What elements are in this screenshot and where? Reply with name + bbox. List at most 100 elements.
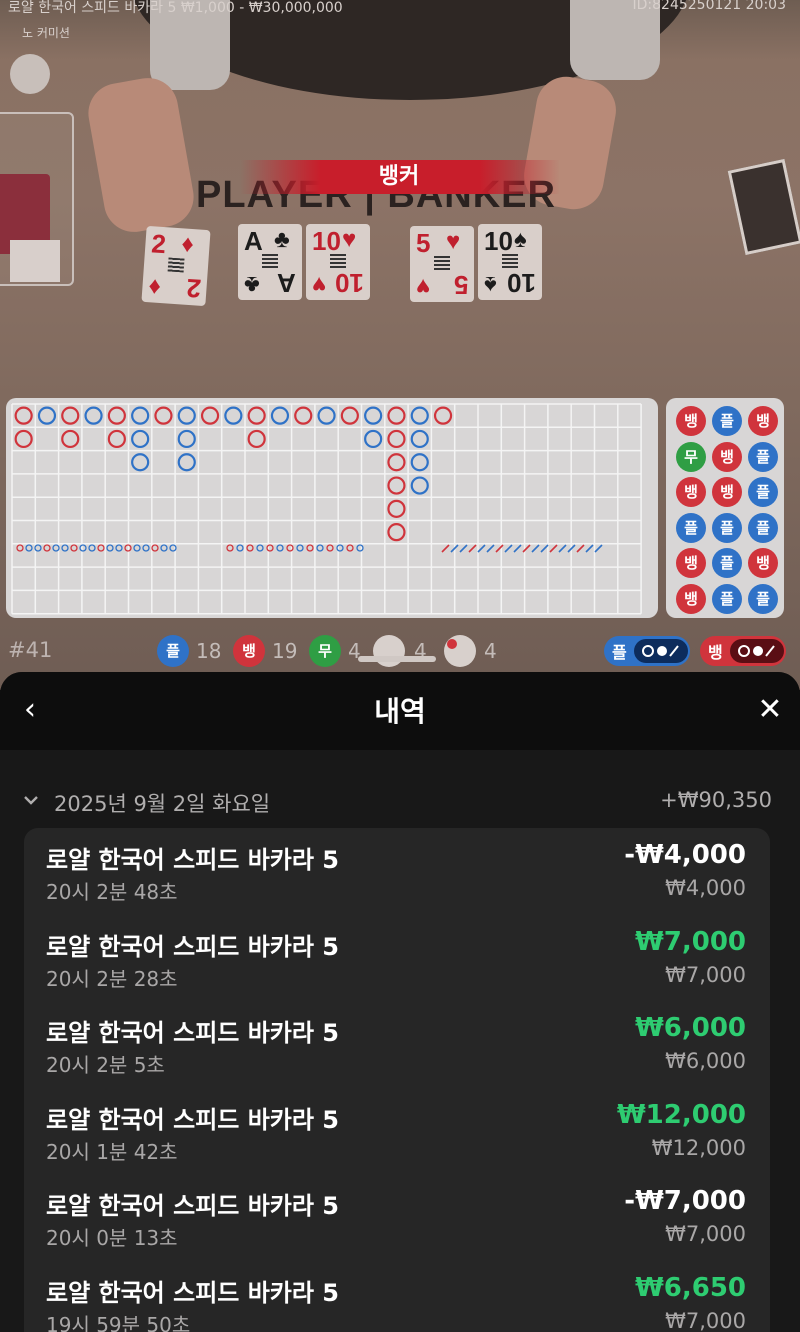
- big-road-mark: [177, 429, 196, 449]
- derived-road-mark: [142, 544, 150, 552]
- row-bet-amount: ₩6,000: [665, 1049, 746, 1073]
- derived-road-mark: [296, 544, 304, 552]
- row-time: 20시 2분 48초: [46, 880, 178, 904]
- cockroach-road-mark: [594, 544, 603, 553]
- derived-road-mark: [79, 544, 87, 552]
- tie-count-badge: 무: [309, 635, 341, 667]
- big-road-scoreboard[interactable]: [6, 398, 658, 618]
- cockroach-road-mark: [549, 544, 558, 553]
- history-row[interactable]: 로얄 한국어 스피드 바카라 5 20시 0분 13초 -₩7,000 ₩7,000: [24, 1174, 770, 1260]
- row-game-title: 로얄 한국어 스피드 바카라 5: [46, 1019, 340, 1047]
- history-row[interactable]: 로얄 한국어 스피드 바카라 5 20시 2분 5초 ₩6,000 ₩6,000: [24, 1001, 770, 1087]
- bead-road-result: 무: [676, 441, 706, 472]
- bead-road-result: 뱅: [676, 583, 706, 614]
- big-road-mark: [317, 406, 336, 425]
- player-pair-icon: [373, 635, 405, 667]
- player-ask-button[interactable]: 플: [604, 636, 690, 666]
- big-road-mark: [154, 406, 173, 425]
- big-road-mark: [410, 406, 429, 425]
- big-road-mark: [387, 453, 406, 472]
- sheet-drag-handle[interactable]: [358, 656, 436, 662]
- cockroach-road-mark: [513, 544, 522, 553]
- cockroach-road-mark: [540, 544, 549, 553]
- row-game-title: 로얄 한국어 스피드 바카라 5: [46, 1278, 340, 1307]
- player-card-1: 2 ♦ 2 ♦: [141, 225, 211, 307]
- cockroach-road-mark: [531, 544, 540, 553]
- bead-road-result: 플: [712, 548, 742, 578]
- derived-road-mark: [43, 544, 51, 552]
- derived-road-mark: [61, 544, 69, 552]
- close-icon[interactable]: ✕: [750, 690, 790, 730]
- big-road-mark: [61, 429, 80, 449]
- derived-road-mark: [276, 544, 284, 552]
- big-road-mark: [247, 429, 266, 449]
- derived-road-mark: [246, 544, 254, 552]
- player-card-2: A ♣ A ♣: [238, 224, 302, 300]
- row-time: 20시 2분 5초: [46, 1053, 165, 1077]
- row-result-amount: -₩4,000: [624, 840, 746, 870]
- date-label: 2025년 9월 2일 화요일: [54, 792, 271, 816]
- big-road-mark: [410, 476, 429, 495]
- history-row[interactable]: 로얄 한국어 스피드 바카라 5 20시 1분 42초 ₩12,000 ₩12,000: [24, 1088, 770, 1174]
- big-road-mark: [131, 406, 150, 425]
- derived-road-mark: [25, 544, 33, 552]
- big-road-mark: [387, 429, 406, 449]
- bead-road-result: 뱅: [712, 477, 742, 507]
- row-bet-amount: ₩7,000: [665, 1222, 746, 1246]
- sheet-header: ‹ 내역 ✕: [0, 672, 800, 750]
- history-row[interactable]: 로얄 한국어 스피드 바카라 5 19시 59분 50초 ₩6,650 ₩7,000: [24, 1261, 770, 1332]
- chevron-down-icon: [22, 791, 40, 814]
- big-road-mark: [84, 406, 103, 425]
- date-group-header[interactable]: 2025년 9월 2일 화요일 +₩90,350: [22, 788, 772, 820]
- bead-road-result: 플: [712, 583, 742, 614]
- row-result-amount: ₩6,000: [635, 1013, 746, 1043]
- history-sheet: ‹ 내역 ✕ 2025년 9월 2일 화요일 +₩90,350 로얄 한국어 스…: [0, 672, 800, 1332]
- bead-road-result: 뱅: [712, 441, 742, 472]
- cockroach-road-mark: [459, 544, 468, 553]
- cockroach-road-mark: [468, 544, 477, 553]
- history-row[interactable]: 로얄 한국어 스피드 바카라 5 20시 2분 48초 -₩4,000 ₩4,000: [24, 828, 770, 914]
- cockroach-road-mark: [585, 544, 594, 553]
- player-card-3: 10 ♥ 10 ♥: [306, 224, 370, 300]
- cockroach-road-mark: [558, 544, 567, 553]
- player-count-badge: 플: [157, 635, 189, 667]
- big-road-mark: [177, 453, 196, 472]
- big-road-grid: [11, 403, 642, 615]
- big-road-mark: [14, 429, 33, 449]
- banker-count: 19: [272, 639, 298, 663]
- cockroach-road-mark: [441, 544, 450, 553]
- dealer-left-hand: [83, 73, 199, 237]
- bead-road-result: 플: [712, 512, 742, 543]
- row-game-title: 로얄 한국어 스피드 바카라 5: [46, 846, 340, 874]
- big-road-mark: [61, 406, 80, 425]
- banker-card-1: 5 ♥ 5 ♥: [410, 226, 474, 302]
- shoe-stats-bar: #41 플 18 뱅 19 무 4 4 4 플 뱅: [0, 632, 800, 672]
- derived-road-mark: [70, 544, 78, 552]
- cockroach-road-mark: [486, 544, 495, 553]
- bead-road-result: 뱅: [676, 406, 706, 436]
- derived-road-mark: [326, 544, 334, 552]
- sheet-title: 내역: [374, 695, 426, 728]
- derived-road-mark: [133, 544, 141, 552]
- derived-road-mark: [151, 544, 159, 552]
- big-road-mark: [433, 406, 453, 425]
- bead-road-scoreboard[interactable]: 뱅플뱅무뱅플뱅뱅플플플플뱅플뱅뱅플플: [666, 398, 784, 618]
- bead-road-result: 플: [748, 583, 778, 614]
- history-list: 로얄 한국어 스피드 바카라 5 20시 2분 48초 -₩4,000 ₩4,000 로…: [24, 828, 770, 1332]
- bead-road-result: 뱅: [748, 406, 778, 436]
- big-road-mark: [387, 406, 406, 425]
- history-row[interactable]: 로얄 한국어 스피드 바카라 5 20시 2분 28초 ₩7,000 ₩7,000: [24, 915, 770, 1001]
- bead-road-result: 뱅: [676, 477, 706, 507]
- banker-ask-button[interactable]: 뱅: [700, 636, 786, 666]
- table-limits: 로얄 한국어 스피드 바카라 5 ₩1,000 - ₩30,000,000: [8, 0, 343, 16]
- cockroach-road-mark: [504, 544, 513, 553]
- big-road-mark: [364, 406, 383, 425]
- bead-road-result: 플: [676, 512, 706, 543]
- banker-pair-count: 4: [484, 639, 497, 663]
- menu-circle-button[interactable]: [10, 54, 50, 94]
- row-time: 20시 2분 28초: [46, 966, 178, 991]
- derived-road-mark: [256, 544, 264, 552]
- derived-road-mark: [115, 544, 123, 552]
- big-road-mark: [410, 453, 429, 472]
- derived-road-mark: [236, 544, 244, 552]
